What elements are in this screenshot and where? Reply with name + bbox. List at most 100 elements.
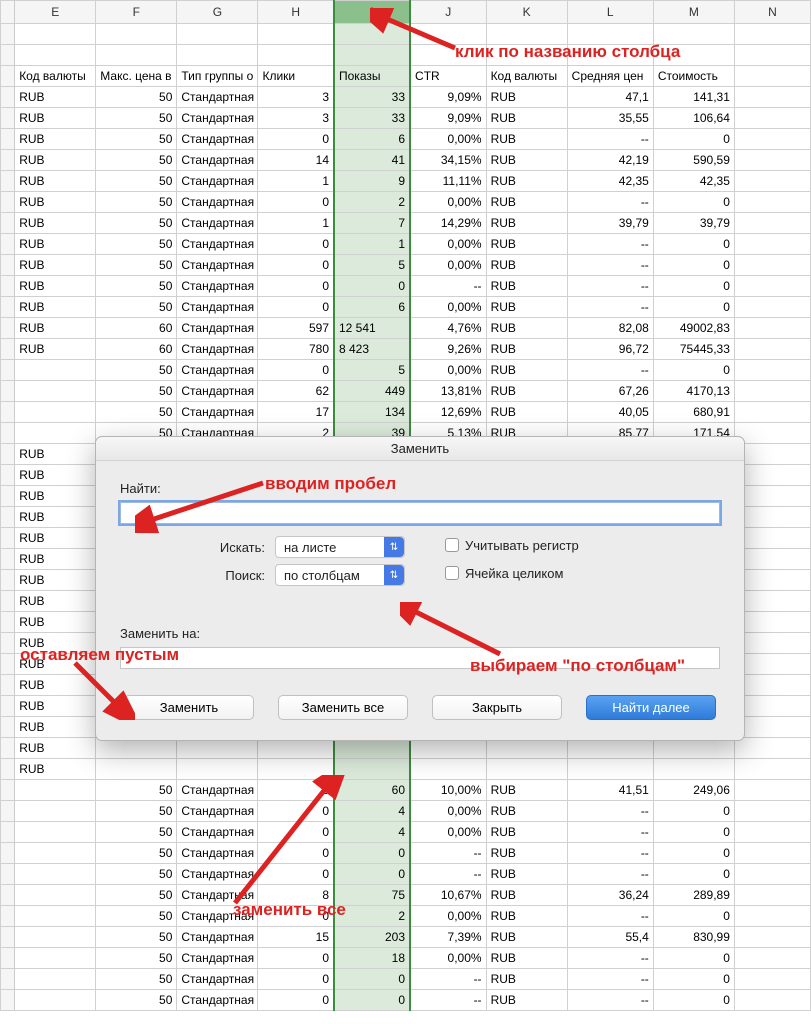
column-header-L[interactable]: L: [567, 1, 653, 24]
table-row[interactable]: RUB50Стандартная3339,09%RUB35,55106,64: [1, 108, 811, 129]
cell[interactable]: RUB: [15, 444, 96, 465]
cell[interactable]: 0: [653, 948, 734, 969]
cell[interactable]: [734, 423, 810, 444]
cell[interactable]: RUB: [486, 381, 567, 402]
cell[interactable]: --: [410, 276, 486, 297]
cell[interactable]: --: [567, 234, 653, 255]
table-row[interactable]: RUB50Стандартная1911,11%RUB42,3542,35: [1, 171, 811, 192]
cell[interactable]: [734, 717, 810, 738]
search-by-select[interactable]: по столбцам ⇅: [275, 564, 405, 586]
cell[interactable]: [15, 885, 96, 906]
cell[interactable]: 0: [334, 276, 410, 297]
field-header-N[interactable]: [734, 66, 810, 87]
cell[interactable]: 4: [334, 822, 410, 843]
cell[interactable]: RUB: [15, 339, 96, 360]
cell[interactable]: 7: [334, 213, 410, 234]
cell[interactable]: 14: [258, 150, 334, 171]
cell[interactable]: RUB: [486, 906, 567, 927]
cell[interactable]: 0,00%: [410, 822, 486, 843]
cell[interactable]: RUB: [15, 759, 96, 780]
column-header-H[interactable]: H: [258, 1, 334, 24]
cell[interactable]: 35,55: [567, 108, 653, 129]
cell[interactable]: --: [567, 990, 653, 1011]
cell[interactable]: [734, 654, 810, 675]
cell[interactable]: 449: [334, 381, 410, 402]
cell[interactable]: [734, 780, 810, 801]
cell[interactable]: 50: [96, 927, 177, 948]
cell[interactable]: --: [567, 360, 653, 381]
cell[interactable]: 50: [96, 990, 177, 1011]
cell[interactable]: 50: [96, 87, 177, 108]
cell[interactable]: 8 423: [334, 339, 410, 360]
cell[interactable]: 0: [258, 360, 334, 381]
cell[interactable]: Стандартная: [177, 801, 258, 822]
cell[interactable]: 2: [334, 192, 410, 213]
table-row[interactable]: 50Стандартная152037,39%RUB55,4830,99: [1, 927, 811, 948]
cell[interactable]: [15, 801, 96, 822]
cell[interactable]: Стандартная: [177, 381, 258, 402]
cell[interactable]: 9: [334, 171, 410, 192]
table-row[interactable]: 50Стандартная66010,00%RUB41,51249,06: [1, 780, 811, 801]
cell[interactable]: [734, 990, 810, 1011]
cell[interactable]: --: [567, 801, 653, 822]
cell[interactable]: --: [567, 843, 653, 864]
cell[interactable]: --: [567, 276, 653, 297]
cell[interactable]: 0: [653, 276, 734, 297]
cell[interactable]: 597: [258, 318, 334, 339]
field-header-K[interactable]: Код валюты: [486, 66, 567, 87]
table-row[interactable]: RUB50Стандартная060,00%RUB--0: [1, 129, 811, 150]
cell[interactable]: 0,00%: [410, 234, 486, 255]
find-input[interactable]: [120, 502, 720, 524]
whole-cell-checkbox[interactable]: Ячейка целиком: [445, 566, 563, 581]
cell[interactable]: RUB: [486, 339, 567, 360]
table-row[interactable]: RUB60Стандартная59712 5414,76%RUB82,0849…: [1, 318, 811, 339]
cell[interactable]: RUB: [486, 990, 567, 1011]
cell[interactable]: [15, 423, 96, 444]
cell[interactable]: 50: [96, 108, 177, 129]
cell[interactable]: [15, 927, 96, 948]
cell[interactable]: Стандартная: [177, 927, 258, 948]
cell[interactable]: Стандартная: [177, 171, 258, 192]
cell[interactable]: [734, 906, 810, 927]
cell[interactable]: [734, 171, 810, 192]
cell[interactable]: 50: [96, 234, 177, 255]
column-header-M[interactable]: M: [653, 1, 734, 24]
cell[interactable]: 50: [96, 192, 177, 213]
cell[interactable]: 50: [96, 780, 177, 801]
table-row[interactable]: 50Стандартная6244913,81%RUB67,264170,13: [1, 381, 811, 402]
replace-button[interactable]: Заменить: [124, 695, 254, 720]
cell[interactable]: 6: [334, 297, 410, 318]
cell[interactable]: RUB: [486, 297, 567, 318]
cell[interactable]: 830,99: [653, 927, 734, 948]
cell[interactable]: 0: [258, 948, 334, 969]
field-header-M[interactable]: Стоимость: [653, 66, 734, 87]
cell[interactable]: 0: [653, 864, 734, 885]
cell[interactable]: RUB: [15, 738, 96, 759]
cell[interactable]: 0: [653, 843, 734, 864]
cell[interactable]: 39,79: [653, 213, 734, 234]
table-row[interactable]: 50Стандартная00--RUB--0: [1, 990, 811, 1011]
cell[interactable]: 4,76%: [410, 318, 486, 339]
table-row[interactable]: RUB50Стандартная050,00%RUB--0: [1, 255, 811, 276]
cell[interactable]: Стандартная: [177, 213, 258, 234]
cell[interactable]: RUB: [15, 255, 96, 276]
cell[interactable]: RUB: [15, 129, 96, 150]
cell[interactable]: 41: [334, 150, 410, 171]
cell[interactable]: Стандартная: [177, 822, 258, 843]
cell[interactable]: [734, 87, 810, 108]
cell[interactable]: 33: [334, 108, 410, 129]
cell[interactable]: 50: [96, 129, 177, 150]
cell[interactable]: [567, 759, 653, 780]
cell[interactable]: --: [567, 255, 653, 276]
cell[interactable]: 0: [258, 297, 334, 318]
cell[interactable]: --: [410, 969, 486, 990]
cell[interactable]: 50: [96, 297, 177, 318]
table-row[interactable]: RUB50Стандартная1714,29%RUB39,7939,79: [1, 213, 811, 234]
cell[interactable]: 0: [258, 990, 334, 1011]
cell[interactable]: [734, 633, 810, 654]
cell[interactable]: RUB: [15, 150, 96, 171]
cell[interactable]: 50: [96, 969, 177, 990]
cell[interactable]: RUB: [15, 213, 96, 234]
cell[interactable]: 0: [653, 906, 734, 927]
cell[interactable]: [15, 948, 96, 969]
